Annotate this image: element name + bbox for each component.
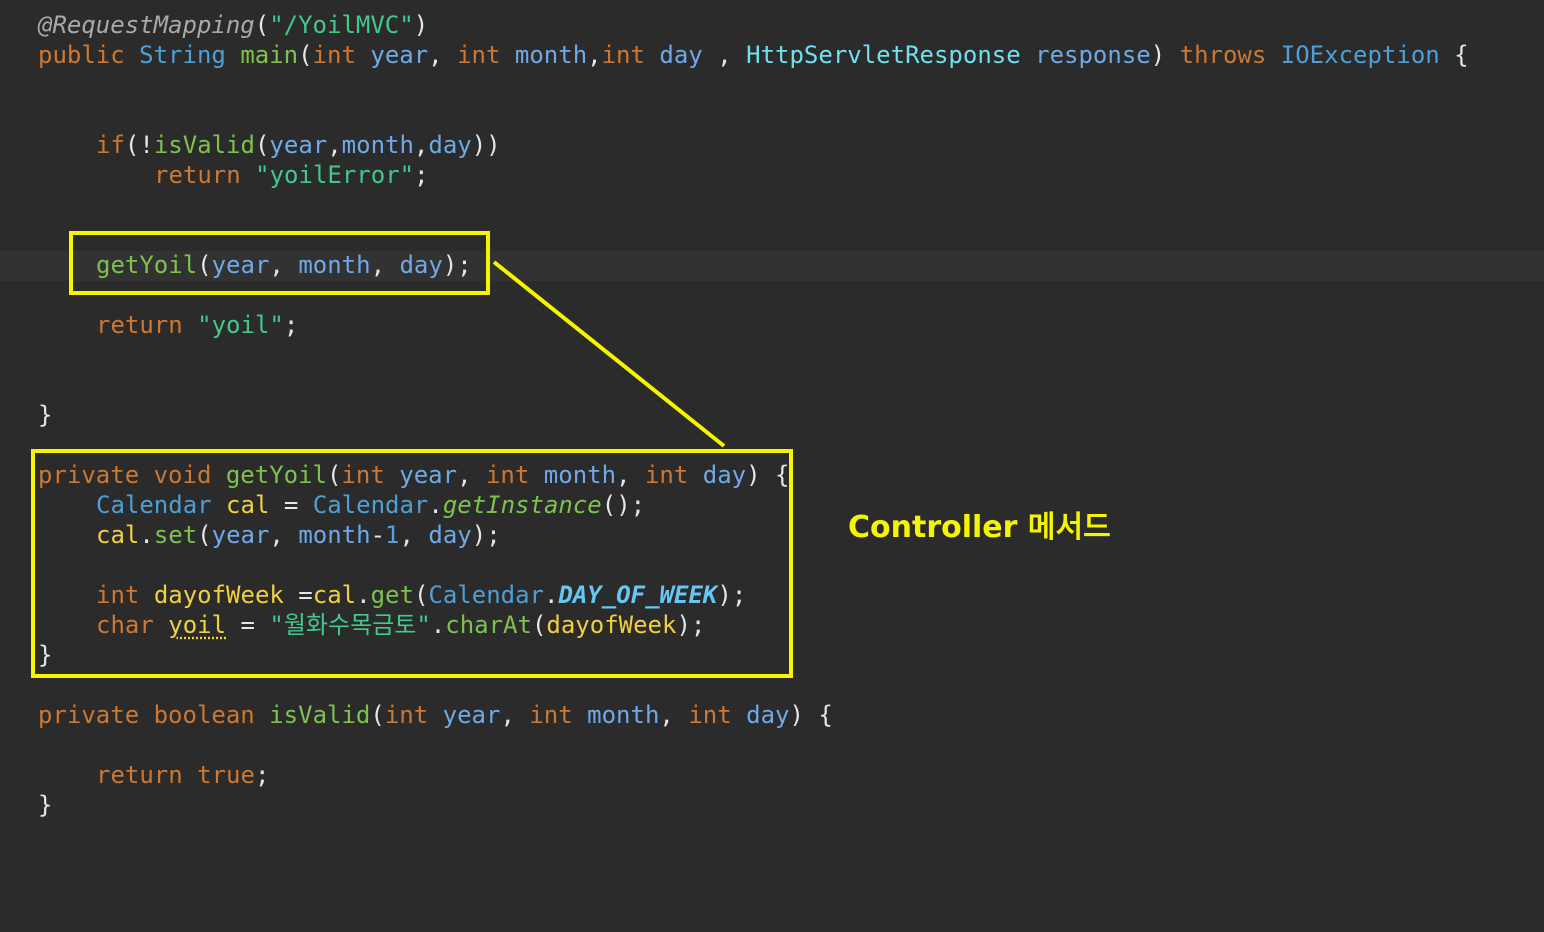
- punctuation-token: ,: [428, 41, 458, 69]
- punctuation-token: (: [254, 131, 270, 159]
- keyword-token: int: [688, 701, 732, 729]
- method-name-token: isValid: [269, 701, 371, 729]
- punctuation-token: ,: [413, 131, 429, 159]
- param-token: month: [514, 41, 588, 69]
- method-name-token: main: [240, 41, 299, 69]
- type-token: HttpServletResponse: [746, 41, 1021, 69]
- string-token: "/YoilMVC": [269, 11, 414, 39]
- code-line-14: private boolean isValid(int year, int mo…: [38, 700, 833, 730]
- keyword-token: true: [197, 761, 255, 789]
- method-call-highlight-box: [69, 231, 490, 295]
- param-token: month: [587, 701, 660, 729]
- connector-line-segment: [492, 260, 726, 448]
- punctuation-token: {: [1439, 41, 1469, 69]
- string-token: "yoil": [197, 311, 284, 339]
- punctuation-token: )): [471, 131, 501, 159]
- punctuation-token: ,: [702, 41, 747, 69]
- annotation-label: Controller 메서드: [848, 510, 1111, 545]
- code-line-3: if(!isValid(year,month,day)): [96, 130, 501, 160]
- code-line-4: return "yoilError";: [154, 160, 429, 190]
- punctuation-token: (!: [124, 131, 154, 159]
- punctuation-token: ;: [283, 311, 299, 339]
- keyword-token: int: [312, 41, 356, 69]
- keyword-token: private: [38, 701, 140, 729]
- brace-token: }: [38, 791, 53, 819]
- keyword-token: int: [457, 41, 501, 69]
- punctuation-token: ,: [659, 701, 689, 729]
- keyword-token: if: [96, 131, 125, 159]
- param-token: month: [341, 131, 414, 159]
- punctuation-token: ;: [414, 161, 429, 189]
- code-line-15: return true;: [96, 760, 269, 790]
- annotation-token: @RequestMapping: [38, 11, 255, 39]
- punctuation-token: ,: [500, 701, 530, 729]
- punctuation-token: ): [413, 11, 429, 39]
- keyword-token: return: [96, 311, 183, 339]
- code-line-1: @RequestMapping("/YoilMVC"): [38, 10, 428, 40]
- string-token: "yoilError": [255, 161, 415, 189]
- code-line-6: return "yoil";: [96, 310, 298, 340]
- keyword-token: int: [384, 701, 429, 729]
- code-line-7: }: [38, 400, 52, 430]
- param-token: year: [442, 701, 501, 729]
- keyword-token: throws: [1179, 41, 1267, 69]
- punctuation-token: ;: [254, 761, 270, 789]
- code-editor[interactable]: @RequestMapping("/YoilMVC") public Strin…: [0, 0, 1544, 932]
- punctuation-token: ,: [327, 131, 342, 159]
- code-line-2: public String main(int year, int month,i…: [38, 40, 1469, 70]
- keyword-token: return: [154, 161, 241, 189]
- param-token: day: [428, 131, 472, 159]
- param-token: response: [1035, 41, 1151, 69]
- punctuation-token: (: [370, 701, 385, 729]
- param-token: year: [269, 131, 328, 159]
- type-token: IOException: [1280, 41, 1440, 69]
- punctuation-token: (: [298, 41, 313, 69]
- type-token: String: [139, 41, 226, 69]
- keyword-token: boolean: [153, 701, 255, 729]
- param-token: year: [370, 41, 429, 69]
- punctuation-token: ) {: [789, 701, 833, 729]
- punctuation-token: ,: [587, 41, 602, 69]
- param-token: day: [746, 701, 790, 729]
- keyword-token: int: [529, 701, 573, 729]
- keyword-token: int: [601, 41, 645, 69]
- brace-token: }: [38, 401, 53, 429]
- punctuation-token: (: [254, 11, 270, 39]
- code-line-16: }: [38, 790, 52, 820]
- method-call-token: isValid: [153, 131, 255, 159]
- param-token: day: [659, 41, 703, 69]
- keyword-token: public: [38, 41, 125, 69]
- punctuation-token: ): [1150, 41, 1180, 69]
- keyword-token: return: [96, 761, 183, 789]
- method-definition-highlight-box: [31, 449, 793, 678]
